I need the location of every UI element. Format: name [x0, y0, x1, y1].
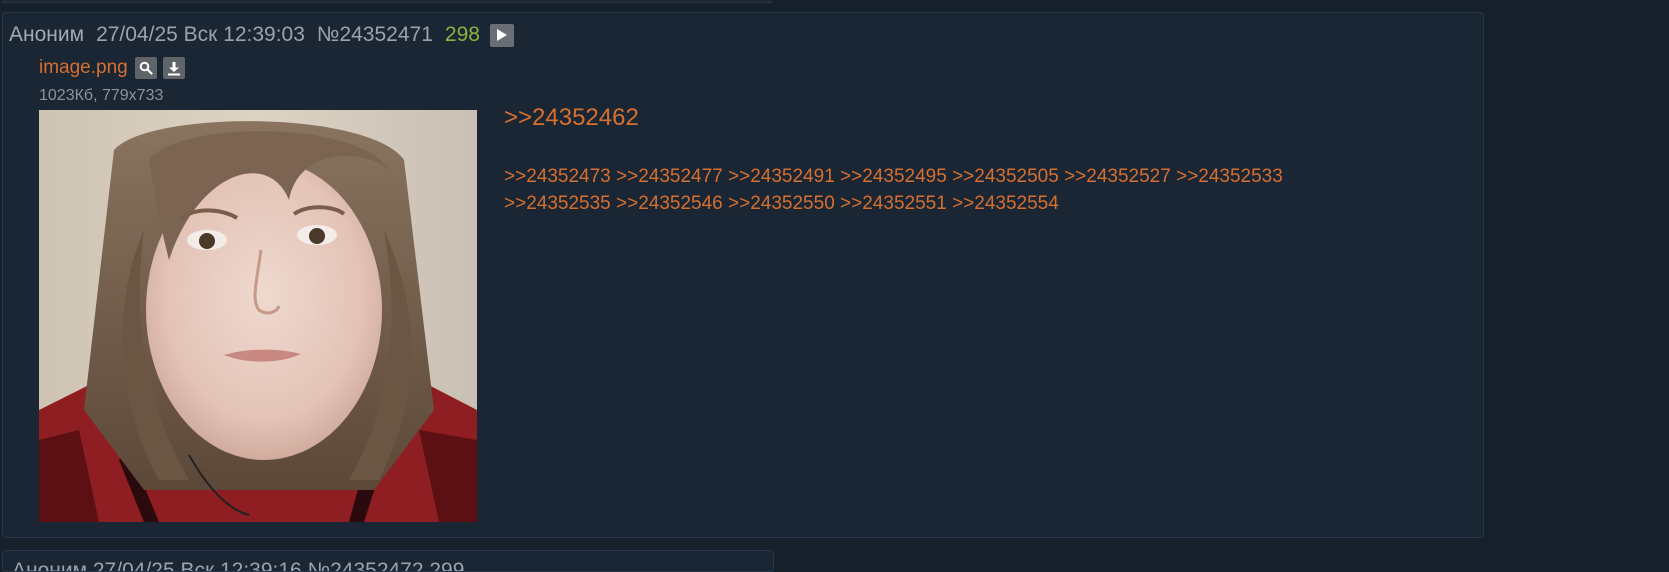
play-button[interactable] — [489, 23, 514, 47]
file-meta: 1023Кб, 779x733 — [39, 87, 164, 104]
reply-link[interactable]: >>24352546 — [616, 193, 723, 214]
download-icon — [167, 61, 180, 75]
reply-link[interactable]: >>24352491 — [728, 166, 835, 187]
reply-to-link[interactable]: >>24352462 — [504, 104, 639, 132]
search-button[interactable] — [134, 57, 157, 79]
portrait-image — [39, 110, 477, 522]
right-background — [1484, 0, 1669, 565]
previous-post-edge — [2, 0, 772, 3]
reply-link[interactable]: >>24352477 — [616, 166, 723, 187]
search-icon — [139, 61, 153, 75]
reply-link[interactable]: >>24352551 — [840, 193, 947, 214]
reply-link[interactable]: >>24352554 — [952, 193, 1059, 214]
reply-link[interactable]: >>24352535 — [504, 193, 611, 214]
reply-link[interactable]: >>24352533 — [1176, 166, 1283, 187]
reply-link[interactable]: >>24352495 — [840, 166, 947, 187]
post-header: Аноним 27/04/25 Вск 12:39:03 №24352471 2… — [9, 21, 514, 49]
post-author: Аноним — [9, 23, 85, 46]
reply-link[interactable]: >>24352473 — [504, 166, 611, 187]
download-button[interactable] — [162, 57, 185, 79]
play-icon — [496, 29, 507, 41]
file-name-link[interactable]: image.png — [39, 57, 128, 79]
post-count: 298 — [444, 23, 480, 46]
reply-link[interactable]: >>24352550 — [728, 193, 835, 214]
next-post: Аноним 27/04/25 Вск 12:39:16 №24352472 2… — [2, 550, 774, 572]
reply-link[interactable]: >>24352505 — [952, 166, 1059, 187]
next-post-header: Аноним 27/04/25 Вск 12:39:16 №24352472 2… — [12, 559, 465, 572]
file-line: image.png — [39, 57, 191, 79]
post-date: 27/04/25 Вск 12:39:03 — [96, 23, 305, 46]
post-image-thumbnail[interactable] — [39, 110, 477, 522]
reply-link[interactable]: >>24352527 — [1064, 166, 1171, 187]
post-number[interactable]: №24352471 — [317, 23, 433, 47]
replies-list: >>24352473 >>24352477 >>24352491 >>24352… — [504, 163, 1404, 217]
